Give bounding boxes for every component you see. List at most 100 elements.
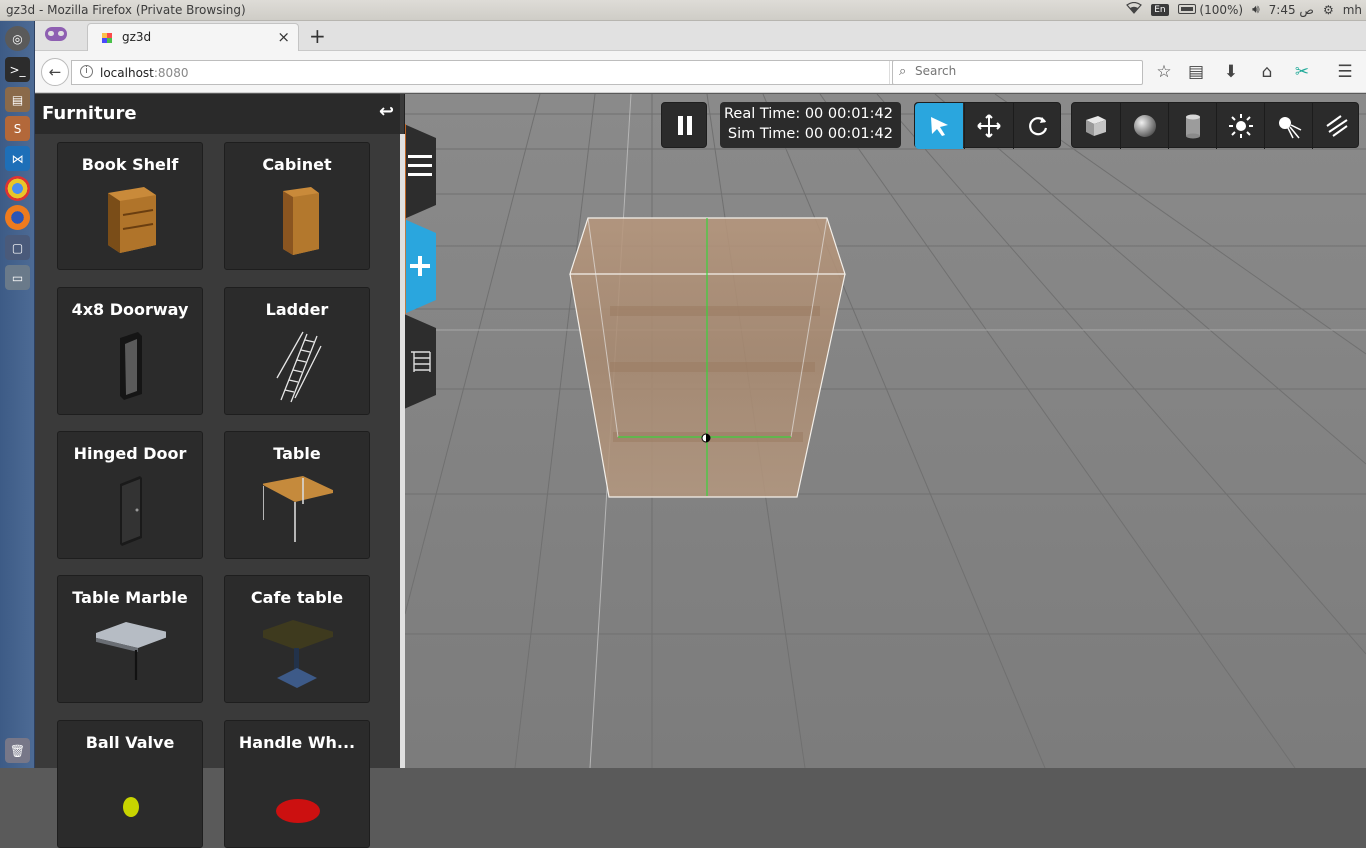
ball-valve-thumbnail: [123, 797, 139, 817]
home-icon[interactable]: ⌂: [1256, 62, 1278, 84]
time-display: Real Time: 00 00:01:42 Sim Time: 00 00:0…: [720, 102, 901, 148]
insert-toolbar: [1071, 102, 1360, 149]
file-cabinet-icon[interactable]: ▤: [5, 87, 30, 112]
favicon-icon: [102, 33, 112, 43]
translate-mode-button[interactable]: [964, 103, 1012, 149]
ubuntu-launcher: ◎ >_ ▤ S ⋈ ▢ ▭ 🗑︎: [0, 21, 35, 768]
search-icon: ⌕: [899, 64, 907, 79]
manipulation-toolbar: [914, 102, 1061, 149]
back-arrow-icon: ←: [48, 63, 62, 81]
table-marble-thumbnail: [96, 622, 166, 680]
chrome-icon[interactable]: [5, 176, 30, 201]
rotate-mode-button[interactable]: [1013, 103, 1061, 149]
window-title: gz3d - Mozilla Firefox (Private Browsing…: [6, 3, 246, 17]
model-item-4x8-doorway[interactable]: 4x8 Doorway: [57, 287, 203, 415]
browser-tab-bar: gz3d × +: [35, 21, 1366, 51]
cylinder-icon: [1185, 114, 1200, 139]
url-bar[interactable]: i localhost:8080 ↻: [71, 60, 922, 85]
cabinet-thumbnail: [283, 187, 319, 255]
tab-title: gz3d: [122, 30, 152, 44]
model-label: Table Marble: [72, 588, 188, 607]
url-text: localhost:8080: [100, 66, 188, 80]
sphere-icon: [1133, 115, 1156, 137]
hamburger-menu-icon[interactable]: [408, 155, 432, 176]
back-return-icon[interactable]: ↩: [379, 101, 394, 122]
keyboard-layout-indicator[interactable]: En: [1151, 3, 1169, 16]
close-tab-icon[interactable]: ×: [277, 28, 290, 46]
panel-scrollbar[interactable]: [400, 134, 405, 768]
volume-icon[interactable]: 🔊︎: [1252, 2, 1260, 17]
model-item-hinged-door[interactable]: Hinged Door: [57, 431, 203, 559]
search-box[interactable]: ⌕: [892, 60, 1143, 85]
dash-icon[interactable]: ◎: [5, 26, 30, 51]
book-shelf-thumbnail: [108, 187, 156, 253]
tab-gz3d[interactable]: gz3d ×: [87, 23, 299, 51]
model-item-ball-valve[interactable]: Ball Valve: [57, 720, 203, 848]
pause-button[interactable]: [661, 102, 707, 148]
model-item-book-shelf[interactable]: Book Shelf: [57, 142, 203, 270]
battery-indicator[interactable]: (100%): [1177, 2, 1244, 17]
model-item-cafe-table[interactable]: Cafe table: [224, 575, 370, 703]
bookmark-star-icon[interactable]: ☆: [1153, 62, 1175, 84]
doorway-thumbnail: [120, 332, 142, 400]
download-icon[interactable]: ⬇: [1220, 62, 1242, 84]
model-label: 4x8 Doorway: [71, 300, 189, 319]
furniture-panel: Furniture ↩ Book Shelf Cabinet 4x8 Doorw…: [35, 94, 405, 848]
model-item-table[interactable]: Table: [224, 431, 370, 559]
wifi-icon[interactable]: [1126, 1, 1143, 17]
select-mode-button[interactable]: [915, 103, 963, 149]
trash-icon[interactable]: 🗑︎: [5, 738, 30, 763]
cylinder-shape-button[interactable]: [1168, 103, 1216, 149]
menu-hamburger-icon[interactable]: ☰: [1334, 62, 1356, 84]
info-icon[interactable]: i: [80, 65, 93, 78]
user-name[interactable]: mh: [1343, 3, 1362, 17]
model-label: Cabinet: [262, 155, 332, 174]
disk-icon[interactable]: ▭: [5, 265, 30, 290]
settings-icon[interactable]: ⚙: [1323, 3, 1334, 17]
tab-tree[interactable]: [404, 314, 436, 409]
tab-insert[interactable]: [404, 219, 436, 314]
search-input[interactable]: [915, 64, 1135, 78]
browser-nav-bar: ← i localhost:8080 ↻ ⌕ ☆ ▤ ⬇ ⌂ ✂ ☰: [35, 51, 1366, 93]
firefox-icon[interactable]: [5, 205, 30, 230]
sublime-text-icon[interactable]: S: [5, 116, 30, 141]
directional-light-button[interactable]: [1312, 103, 1360, 149]
model-item-cabinet[interactable]: Cabinet: [224, 142, 370, 270]
sim-time: Sim Time: 00 00:01:42: [727, 126, 893, 142]
rotate-icon: [1028, 117, 1047, 136]
hinged-door-thumbnail: [120, 476, 142, 546]
private-browsing-mask-icon: [45, 27, 67, 41]
model-item-handle-wheel[interactable]: Handle Wh...: [224, 720, 370, 848]
vscode-icon[interactable]: ⋈: [5, 146, 30, 171]
back-button[interactable]: ←: [41, 58, 69, 86]
system-tray: En (100%) 🔊︎ ص 7:45 ⚙ mh: [1126, 1, 1362, 17]
terminal-icon[interactable]: >_: [5, 57, 30, 82]
extension-icon[interactable]: ✂: [1291, 62, 1313, 84]
panel-header: Furniture ↩: [35, 94, 400, 134]
panel-title: Furniture: [42, 103, 137, 124]
model-item-ladder[interactable]: Ladder: [224, 287, 370, 415]
ladder-thumbnail: [276, 331, 322, 403]
handle-wheel-thumbnail: [276, 799, 320, 823]
model-label: Ladder: [265, 300, 329, 319]
reading-list-icon[interactable]: ▤: [1185, 62, 1207, 84]
model-label: Ball Valve: [85, 733, 175, 752]
model-label: Hinged Door: [73, 444, 187, 463]
move-icon: [976, 114, 1001, 138]
model-item-table-marble[interactable]: Table Marble: [57, 575, 203, 703]
clock[interactable]: ص 7:45: [1269, 3, 1314, 17]
sun-light-icon: [1228, 114, 1253, 138]
new-tab-button[interactable]: +: [309, 24, 326, 48]
battery-percent: (100%): [1199, 2, 1244, 17]
sphere-shape-button[interactable]: [1120, 103, 1168, 149]
point-light-button[interactable]: [1216, 103, 1264, 149]
spotlight-icon: [1278, 117, 1301, 139]
table-thumbnail: [263, 476, 333, 542]
box-shape-button[interactable]: [1072, 103, 1120, 149]
spot-light-button[interactable]: [1264, 103, 1312, 149]
files-icon[interactable]: ▢: [5, 235, 30, 260]
url-port: :8080: [153, 66, 189, 80]
model-label: Book Shelf: [81, 155, 179, 174]
model-label: Table: [273, 444, 321, 463]
arrow-cursor-icon: [931, 117, 948, 136]
